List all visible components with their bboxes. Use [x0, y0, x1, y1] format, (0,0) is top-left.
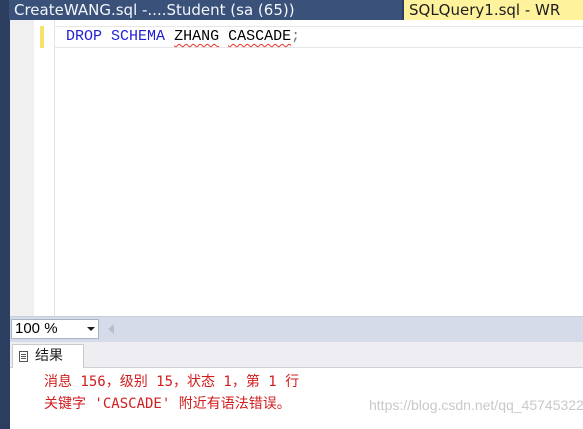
scroll-left-arrow-icon[interactable]: [108, 324, 114, 334]
semicolon: ;: [291, 28, 301, 45]
tab-sqlquery1-sql[interactable]: SQLQuery1.sql - WR: [404, 0, 583, 20]
keyword-drop: DROP: [66, 28, 103, 45]
left-dock-strip: [0, 20, 10, 429]
identifier-zhang: ZHANG: [174, 28, 220, 45]
editor-gutter: [10, 20, 34, 316]
error-message-text: 关键字 'CASCADE' 附近有语法错误。: [44, 396, 291, 412]
results-pane: 结果 消息 156，级别 15，状态 1，第 1 行 关键字 'CASCADE'…: [10, 342, 583, 429]
tab-createwang-sql[interactable]: CreateWANG.sql -....Student (sa (65)): [9, 0, 402, 20]
zoom-select[interactable]: 100 %: [11, 319, 99, 339]
error-message-header: 消息 156，级别 15，状态 1，第 1 行: [44, 374, 300, 390]
identifier-cascade: CASCADE: [228, 28, 292, 45]
results-tab-strip: 结果: [10, 342, 583, 368]
chevron-down-icon[interactable]: [87, 327, 95, 331]
editor-status-bar: 100 %: [10, 316, 583, 342]
editor-margin-line: [54, 20, 55, 316]
code-line-1[interactable]: DROP SCHEMA ZHANG CASCADE;: [66, 27, 300, 47]
results-tab-label: 结果: [35, 348, 63, 364]
tab-results[interactable]: 结果: [12, 344, 84, 368]
watermark-url: https://blog.csdn.net/qq_45745322: [369, 397, 583, 413]
document-tab-bar: CreateWANG.sql -....Student (sa (65)) SQ…: [0, 0, 583, 20]
sql-editor[interactable]: DROP SCHEMA ZHANG CASCADE;: [10, 20, 583, 316]
zoom-value: 100 %: [15, 320, 58, 337]
keyword-schema: SCHEMA: [111, 28, 166, 45]
line-change-marker: [40, 26, 44, 48]
grid-results-icon: [19, 351, 28, 362]
